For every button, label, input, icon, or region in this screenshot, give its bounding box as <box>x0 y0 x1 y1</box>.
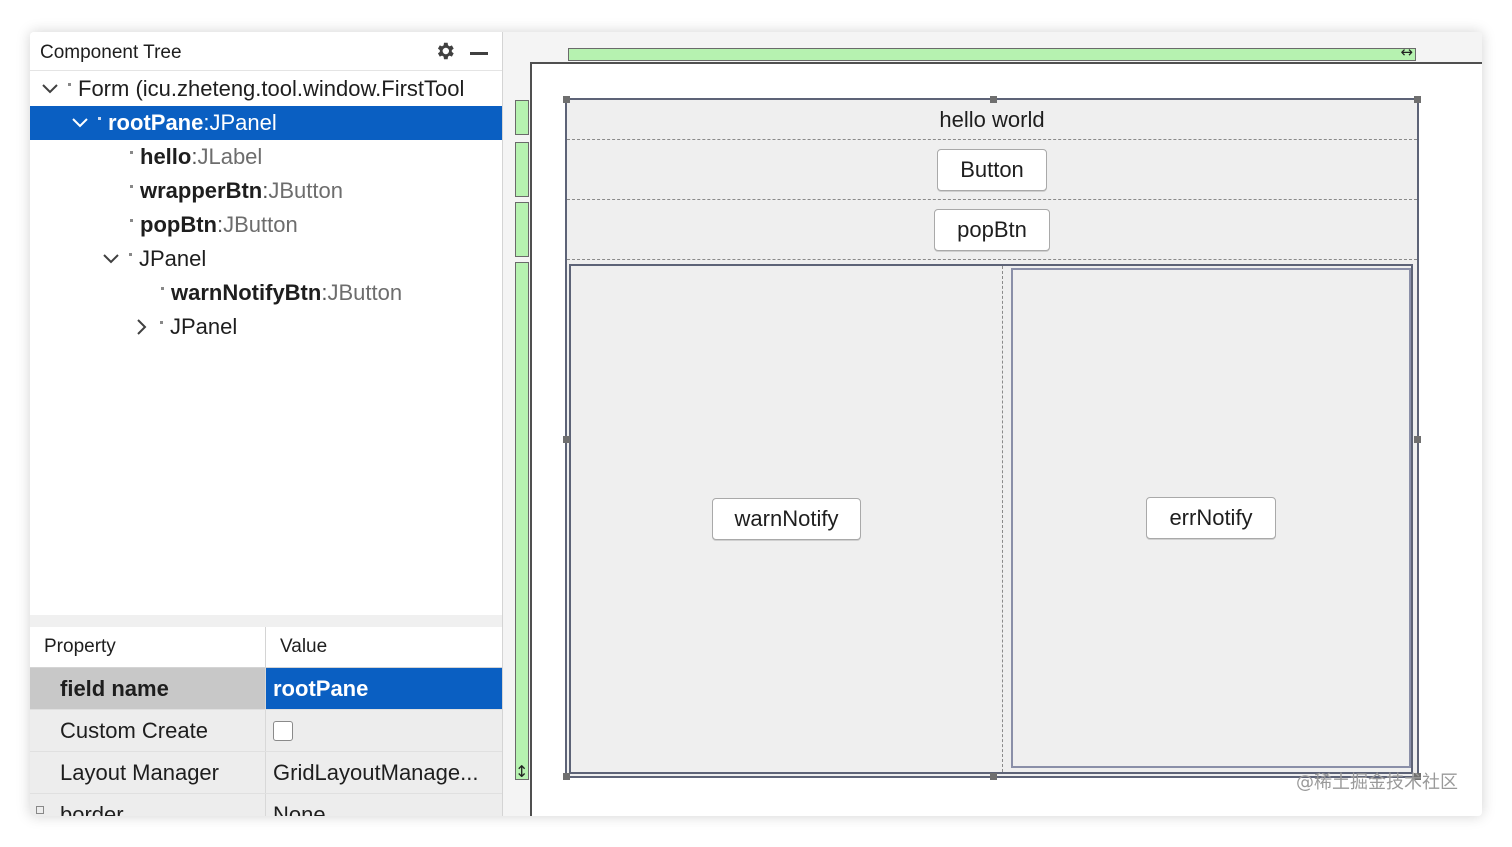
header-property: Property <box>30 627 266 667</box>
root-pane-form[interactable]: hello world Button popBtn warnNotify err… <box>563 96 1421 780</box>
wrapper-button[interactable]: Button <box>937 148 1047 191</box>
wrapper-button-cell: Button <box>567 140 1417 200</box>
component-tree: Form (icu.zheteng.tool.window.FirstTool … <box>30 72 502 344</box>
resize-handle[interactable] <box>563 773 570 780</box>
node-type: JPanel <box>209 110 277 135</box>
row-ruler-4[interactable]: ↕ <box>515 262 529 781</box>
expand-icon[interactable] <box>36 806 44 814</box>
warn-notify-button[interactable]: warnNotify <box>711 498 862 540</box>
property-value[interactable]: None <box>266 794 502 816</box>
resize-handle[interactable] <box>990 96 997 103</box>
pop-button[interactable]: popBtn <box>934 208 1050 251</box>
resize-handle[interactable] <box>1414 436 1421 443</box>
property-value-field[interactable]: rootPane <box>266 668 502 709</box>
tree-connector <box>130 218 133 222</box>
chevron-down-icon[interactable] <box>101 254 121 264</box>
row-ruler-1[interactable] <box>515 100 529 135</box>
nested-jpanel[interactable]: errNotify <box>1011 268 1411 768</box>
node-name: warnNotifyBtn <box>171 280 322 305</box>
tree-node-wrapperbtn[interactable]: wrapperBtn : JButton <box>30 174 502 208</box>
chevron-right-icon[interactable] <box>132 319 152 335</box>
tree-node-jpanel[interactable]: JPanel <box>30 242 502 276</box>
property-value-cell <box>266 710 502 751</box>
property-key: field name <box>30 668 266 709</box>
resize-handle[interactable] <box>990 773 997 780</box>
panel-title: Component Tree <box>40 42 182 63</box>
resize-horizontal-icon[interactable]: ↔ <box>1400 43 1413 61</box>
node-name: wrapperBtn <box>140 178 263 203</box>
node-type: JButton <box>268 178 343 203</box>
tree-connector <box>130 184 133 188</box>
pop-button-cell: popBtn <box>567 200 1417 260</box>
chevron-down-icon[interactable] <box>70 118 90 128</box>
warn-notify-cell: warnNotify <box>571 266 1003 772</box>
resize-handle[interactable] <box>563 96 570 103</box>
node-type: JPanel <box>170 314 238 339</box>
node-type: JLabel <box>197 144 263 169</box>
property-row-custom-create[interactable]: Custom Create <box>30 710 502 752</box>
minimize-icon[interactable] <box>470 51 488 55</box>
tree-connector <box>129 252 132 256</box>
header-value: Value <box>280 636 328 657</box>
column-ruler[interactable]: ↔ <box>568 43 1416 61</box>
property-table-header: Property Value <box>30 627 502 668</box>
row-ruler-3[interactable] <box>515 202 529 257</box>
form-designer: ↔ ↕ hello world Button popBtn warnNotify… <box>503 32 1482 816</box>
node-name: rootPane <box>108 110 204 135</box>
tree-node-form[interactable]: Form (icu.zheteng.tool.window.FirstTool <box>30 72 502 106</box>
hello-label[interactable]: hello world <box>567 100 1417 140</box>
node-type: Form (icu.zheteng.tool.window.FirstTool <box>78 76 465 101</box>
tree-connector <box>130 150 133 154</box>
chevron-down-icon[interactable] <box>40 84 60 94</box>
property-key-cell: border <box>30 794 266 816</box>
property-row-field-name[interactable]: field name rootPane <box>30 668 502 710</box>
node-type: JButton <box>223 212 298 237</box>
component-tree-header: Component Tree <box>30 36 502 71</box>
property-row-layout-manager[interactable]: Layout Manager GridLayoutManage... <box>30 752 502 794</box>
node-name: popBtn <box>140 212 217 237</box>
tree-connector <box>161 286 164 290</box>
ide-window: Component Tree Form (icu.zheteng.tool.wi… <box>30 32 1482 816</box>
tree-connector <box>68 82 71 86</box>
tree-node-popbtn[interactable]: popBtn : JButton <box>30 208 502 242</box>
tree-node-jpanel-child[interactable]: JPanel <box>30 310 502 344</box>
resize-vertical-icon[interactable]: ↕ <box>515 762 528 781</box>
property-key: border <box>60 801 124 817</box>
tree-connector <box>98 116 101 120</box>
err-notify-button[interactable]: errNotify <box>1146 497 1276 539</box>
node-name: hello <box>140 144 192 169</box>
resize-handle[interactable] <box>563 436 570 443</box>
panel-tools <box>434 40 502 67</box>
tree-node-rootpane[interactable]: rootPane : JPanel <box>30 106 502 140</box>
node-type: JPanel <box>139 246 207 271</box>
property-row-border[interactable]: border None <box>30 794 502 816</box>
component-tree-panel: Component Tree Form (icu.zheteng.tool.wi… <box>30 32 503 816</box>
watermark: @稀土掘金技术社区 <box>1296 772 1458 793</box>
inner-jpanel[interactable]: warnNotify errNotify <box>569 264 1413 774</box>
node-type: JButton <box>327 280 403 305</box>
property-value[interactable]: GridLayoutManage... <box>266 752 502 793</box>
gear-icon[interactable] <box>434 40 456 67</box>
row-ruler-2[interactable] <box>515 142 529 197</box>
tree-connector <box>160 320 163 324</box>
property-key: Layout Manager <box>30 752 266 793</box>
tree-node-warnnotifybtn[interactable]: warnNotifyBtn : JButton <box>30 276 502 310</box>
custom-create-checkbox[interactable] <box>273 720 293 741</box>
property-key: Custom Create <box>30 710 266 751</box>
resize-handle[interactable] <box>1414 96 1421 103</box>
property-table: Property Value field name rootPane Custo… <box>30 627 502 816</box>
panel-splitter[interactable] <box>30 615 502 627</box>
tree-node-hello[interactable]: hello : JLabel <box>30 140 502 174</box>
